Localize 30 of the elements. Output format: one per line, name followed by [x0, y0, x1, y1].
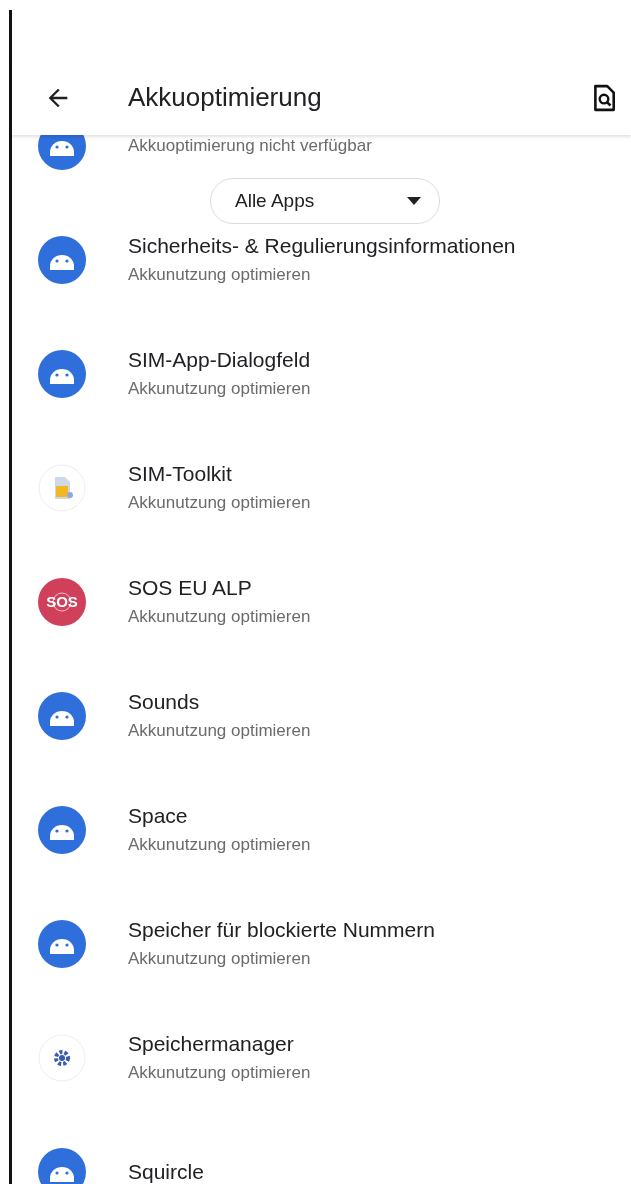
- app-status: Akkunutzung optimieren: [128, 720, 311, 742]
- sos-icon: SOS: [38, 578, 86, 626]
- app-name[interactable]: Speichermanager: [128, 1029, 311, 1059]
- android-icon: [38, 920, 86, 968]
- page-title: Akkuoptimierung: [128, 82, 323, 113]
- android-icon: [38, 236, 86, 284]
- android-icon: [38, 692, 86, 740]
- app-status: Akkunutzung optimieren: [128, 378, 311, 400]
- app-status: Akkunutzung optimieren: [128, 606, 311, 628]
- app-status: Akkunutzung optimieren: [128, 492, 311, 514]
- gear-icon: [38, 1034, 86, 1082]
- sim-card-icon: [38, 464, 86, 512]
- app-status: Akkunutzung optimieren: [128, 834, 311, 856]
- search-icon[interactable]: [591, 83, 617, 112]
- android-icon: [38, 806, 86, 854]
- app-name[interactable]: Squircle: [128, 1157, 204, 1184]
- app-name[interactable]: SIM-App-Dialogfeld: [128, 345, 311, 375]
- app-status: Akkunutzung optimieren: [128, 948, 312, 970]
- app-name[interactable]: Speicher für blockierte Nummern: [128, 915, 435, 945]
- android-icon: [38, 350, 86, 398]
- app-status: Akkuoptimierung nicht verfügbar: [128, 135, 372, 157]
- app-name[interactable]: SIM-Toolkit: [128, 459, 311, 489]
- app-name[interactable]: Sicherheits- & Regulierungsinformationen: [128, 231, 516, 261]
- app-name[interactable]: Space: [128, 801, 311, 831]
- app-status: Akkunutzung optimieren: [128, 1062, 311, 1084]
- app-name[interactable]: Sounds: [128, 687, 311, 717]
- app-status: Akkunutzung optimieren: [128, 264, 312, 286]
- caret-icon: [407, 197, 421, 205]
- app-name[interactable]: SOS EU ALP: [128, 573, 311, 603]
- filter-dropdown[interactable]: Alle Apps: [210, 178, 440, 224]
